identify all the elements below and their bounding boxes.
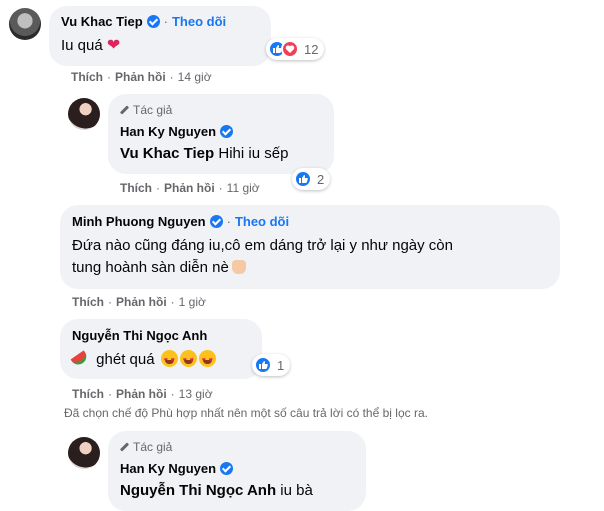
comment-author[interactable]: Minh Phuong Nguyen (72, 214, 206, 229)
comment-author[interactable]: Han Ky Nguyen (120, 124, 216, 139)
watermelon-emoji-icon (70, 350, 90, 368)
thumbs-up-emoji-icon (231, 260, 246, 274)
like-link[interactable]: Thích (72, 387, 104, 401)
verified-badge-icon (209, 215, 223, 228)
comment-text: Iu quá (61, 37, 103, 54)
reply-link[interactable]: Phản hồi (164, 181, 215, 195)
timestamp[interactable]: 11 giờ (227, 181, 260, 195)
avatar[interactable] (9, 8, 41, 40)
reaction-summary[interactable]: 12 (266, 38, 325, 60)
comment-bubble: Tác giả Han Ky Nguyen Nguyễn Thi Ngọc An… (108, 431, 366, 511)
separator-dot: · (170, 295, 175, 309)
separator-dot: · (107, 70, 111, 84)
heart-eyes-emoji-icon (160, 350, 178, 371)
like-link[interactable]: Thích (120, 181, 152, 195)
reaction-count: 1 (277, 357, 285, 373)
timestamp[interactable]: 1 giờ (179, 295, 206, 309)
like-reaction-icon (294, 170, 312, 188)
heart-eyes-emoji-icon (179, 350, 197, 371)
separator-dot: · (169, 70, 174, 84)
separator-dot: · (226, 214, 231, 229)
separator-dot: · (156, 181, 160, 195)
separator-dot: · (108, 295, 112, 309)
comment-bubble: Nguyễn Thi Ngọc Anh ghét quá (60, 319, 262, 379)
reaction-count: 12 (304, 41, 319, 57)
separator-dot: · (218, 181, 223, 195)
comment-author[interactable]: Han Ky Nguyen (120, 461, 216, 476)
reply-link[interactable]: Phản hồi (115, 70, 166, 84)
separator-dot: · (108, 387, 112, 401)
pen-icon (120, 106, 129, 115)
heart-eyes-emoji-icon (198, 350, 216, 371)
mention-link[interactable]: Vu Khac Tiep (120, 145, 214, 162)
pen-icon (120, 443, 129, 452)
reply-link[interactable]: Phản hồi (116, 295, 167, 309)
reaction-count: 2 (317, 171, 325, 187)
comment-author[interactable]: Vu Khac Tiep (61, 14, 143, 29)
comment-text: iu bà (280, 482, 313, 499)
reply-link[interactable]: Phản hồi (116, 387, 167, 401)
comment-text-line-1: Đứa nào cũng đáng iu,cô em dáng trở lại … (72, 237, 453, 254)
timestamp[interactable]: 14 giờ (178, 70, 212, 84)
author-tag: Tác giả (133, 103, 173, 117)
comment-bubble: Minh Phuong Nguyen · Theo dõi Đứa nào cũ… (60, 205, 560, 289)
timestamp[interactable]: 13 giờ (179, 387, 213, 401)
comment-bubble: Tác giả Han Ky Nguyen Vu Khac Tiep Hihi … (108, 94, 334, 174)
like-link[interactable]: Thích (72, 295, 104, 309)
verified-badge-icon (220, 125, 234, 138)
follow-link[interactable]: Theo dõi (172, 14, 226, 29)
like-link[interactable]: Thích (71, 70, 103, 84)
like-reaction-icon (254, 356, 272, 374)
separator-dot: · (163, 14, 168, 29)
mention-link[interactable]: Nguyễn Thi Ngọc Anh (120, 482, 276, 499)
comment-text: ghét quá (96, 351, 155, 368)
reaction-summary[interactable]: 1 (252, 354, 291, 376)
love-reaction-icon (281, 40, 299, 58)
avatar[interactable] (68, 437, 100, 469)
author-tag: Tác giả (133, 440, 173, 454)
verified-badge-icon (220, 462, 234, 475)
separator-dot: · (170, 387, 175, 401)
comment-text: Hihi iu sếp (218, 145, 289, 162)
follow-link[interactable]: Theo dõi (235, 214, 289, 229)
comment-text-line-2: tung hoành sàn diễn nè (72, 259, 229, 276)
comment-author[interactable]: Nguyễn Thi Ngọc Anh (72, 328, 207, 343)
comment-bubble: Vu Khac Tiep · Theo dõi Iu quá ❤ (49, 6, 271, 66)
red-heart-emoji-icon: ❤ (106, 37, 121, 54)
filter-notice: Đã chọn chế độ Phù hợp nhất nên một số c… (64, 406, 428, 420)
verified-badge-icon (146, 15, 160, 28)
avatar[interactable] (68, 98, 100, 130)
reaction-summary[interactable]: 2 (292, 168, 331, 190)
